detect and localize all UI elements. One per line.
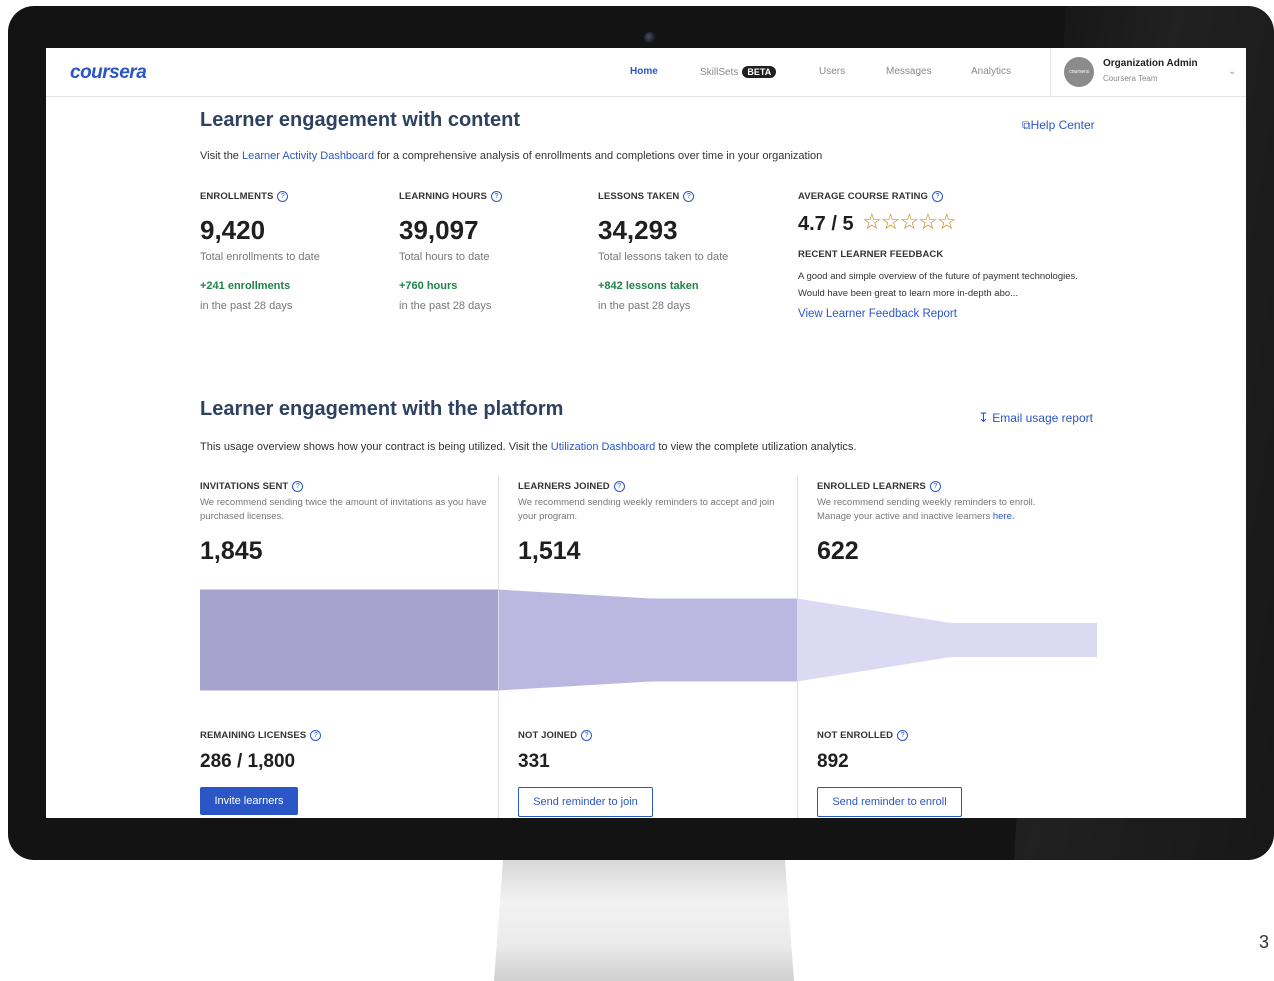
remaining-licenses-label: REMAINING LICENSES? xyxy=(200,730,322,741)
enrolled-learners-label: ENROLLED LEARNERS? xyxy=(817,481,941,492)
help-icon[interactable]: ? xyxy=(929,481,941,492)
enrolled-learners-value: 622 xyxy=(817,537,859,565)
send-reminder-to-enroll-button[interactable]: Send reminder to enroll xyxy=(817,787,962,817)
column-divider xyxy=(498,476,499,818)
remaining-licenses-value: 286 / 1,800 xyxy=(200,751,296,772)
remaining-licenses-label-text: REMAINING LICENSES xyxy=(200,730,307,741)
help-icon[interactable]: ? xyxy=(292,481,304,492)
enrolled-learners-desc: We recommend sending weekly reminders to… xyxy=(817,496,1067,524)
not-joined-value: 331 xyxy=(518,751,550,772)
funnel-segment-invitations xyxy=(200,589,498,691)
invite-learners-button[interactable]: Invite learners xyxy=(200,787,298,815)
help-icon[interactable]: ? xyxy=(613,481,625,492)
help-icon[interactable]: ? xyxy=(581,730,593,741)
help-icon[interactable]: ? xyxy=(897,730,909,741)
learners-joined-desc: We recommend sending weekly reminders to… xyxy=(518,497,775,522)
invitations-sent-label: INVITATIONS SENT? xyxy=(200,481,304,492)
usage-funnel-chart xyxy=(200,589,1097,691)
enrolled-learners-label-text: ENROLLED LEARNERS xyxy=(817,481,926,492)
funnel-segment-enrolled xyxy=(797,598,1097,682)
learners-joined-label: LEARNERS JOINED? xyxy=(518,481,625,492)
help-icon[interactable]: ? xyxy=(310,730,322,741)
slide-page-number: 3 xyxy=(1259,932,1270,952)
invitations-sent-label-text: INVITATIONS SENT xyxy=(200,481,289,492)
invitations-sent-value: 1,845 xyxy=(200,537,263,565)
manage-learners-link[interactable]: here. xyxy=(993,511,1015,522)
funnel-segment-joined xyxy=(498,589,797,691)
not-joined-label-text: NOT JOINED xyxy=(518,730,578,741)
not-enrolled-value: 892 xyxy=(817,751,849,772)
send-reminder-to-join-button[interactable]: Send reminder to join xyxy=(518,787,653,817)
learners-joined-value: 1,514 xyxy=(518,537,581,565)
webcam xyxy=(644,32,656,44)
monitor-stand xyxy=(494,860,794,981)
not-enrolled-label-text: NOT ENROLLED xyxy=(817,730,894,741)
not-joined-label: NOT JOINED? xyxy=(518,730,593,741)
column-divider xyxy=(797,476,798,818)
not-enrolled-label: NOT ENROLLED? xyxy=(817,730,909,741)
invitations-sent-desc: We recommend sending twice the amount of… xyxy=(200,497,487,522)
learners-joined-label-text: LEARNERS JOINED xyxy=(518,481,610,492)
dashboard-screen: coursera Home SkillSets BETA Users Messag… xyxy=(46,48,1246,818)
